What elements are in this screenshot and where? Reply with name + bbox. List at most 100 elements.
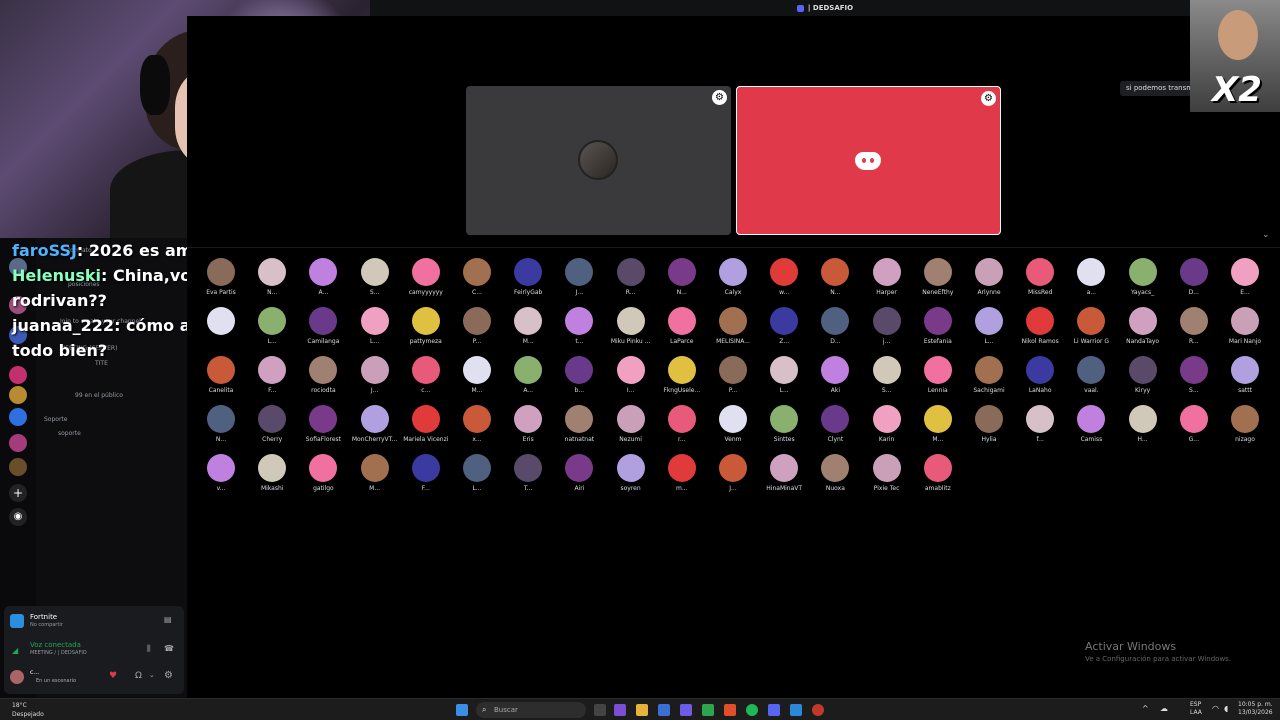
audience-member[interactable]: E... — [1220, 258, 1270, 296]
audience-member[interactable]: N... — [247, 258, 297, 296]
audience-member[interactable]: SofiaFlorest — [298, 405, 348, 443]
audience-member[interactable]: Nezumi — [606, 405, 656, 443]
add-server-icon[interactable]: + — [9, 484, 27, 502]
audience-member[interactable]: MonCherryVT... — [350, 405, 400, 443]
audience-member[interactable]: C... — [452, 258, 502, 296]
chevron-up-icon[interactable]: ^ — [1142, 704, 1149, 713]
audience-member[interactable]: Eris — [503, 405, 553, 443]
app-icon[interactable] — [812, 704, 824, 716]
audience-member[interactable]: Kiryy — [1118, 356, 1168, 394]
language-indicator[interactable]: ESP LAA — [1190, 701, 1202, 717]
audience-member[interactable]: HinaMinaVT — [759, 454, 809, 492]
channel-soporte[interactable]: soporte — [58, 430, 81, 437]
audience-member[interactable]: MELISINA... — [708, 307, 758, 345]
audience-member[interactable]: H... — [1118, 405, 1168, 443]
audience-member[interactable]: I... — [606, 356, 656, 394]
headphones-icon[interactable]: Ω — [135, 671, 142, 681]
audience-member[interactable]: LaParce — [657, 307, 707, 345]
chevron-down-icon[interactable]: ⌄ — [1262, 230, 1270, 240]
audience-member[interactable]: Pixie Tec — [862, 454, 912, 492]
audience-member[interactable]: P... — [452, 307, 502, 345]
clock[interactable]: 10:05 p. m. 13/03/2026 — [1238, 701, 1273, 717]
audience-member[interactable]: v... — [1271, 307, 1280, 345]
avatar[interactable] — [10, 670, 24, 684]
audience-member[interactable]: LaNaho — [1015, 356, 1065, 394]
audience-member[interactable]: S... — [350, 258, 400, 296]
wifi-icon[interactable]: ◠ — [1212, 704, 1219, 713]
audience-member[interactable]: NandaTayo — [1118, 307, 1168, 345]
speaker-tile-active[interactable]: ⚙ — [736, 86, 1001, 235]
audience-member[interactable]: P... — [708, 356, 758, 394]
store-icon[interactable] — [658, 704, 670, 716]
server-icon[interactable] — [9, 386, 27, 404]
cloud-icon[interactable]: ☁ — [1160, 704, 1168, 713]
volume-icon[interactable]: ◖ — [1224, 704, 1228, 713]
audience-member[interactable]: Miku Pinku ... — [606, 307, 656, 345]
copilot-icon[interactable] — [614, 704, 626, 716]
audience-member[interactable]: N... — [810, 258, 860, 296]
audience-member[interactable]: N... — [196, 405, 246, 443]
audience-member[interactable]: x... — [452, 405, 502, 443]
audience-member[interactable]: Eva Partis — [196, 258, 246, 296]
audience-member[interactable]: L... — [759, 356, 809, 394]
audience-member[interactable]: Cherry — [247, 405, 297, 443]
server-icon[interactable] — [9, 408, 27, 426]
audience-member[interactable]: D... — [810, 307, 860, 345]
audience-member[interactable]: M... — [503, 307, 553, 345]
spotify-icon[interactable] — [746, 704, 758, 716]
audience-member[interactable]: J... — [554, 258, 604, 296]
audience-member[interactable]: Lennia — [913, 356, 963, 394]
start-icon[interactable] — [456, 704, 468, 716]
task-view-icon[interactable] — [594, 704, 606, 716]
audience-member[interactable]: G... — [1169, 405, 1219, 443]
app-icon[interactable] — [680, 704, 692, 716]
audience-member[interactable]: c... — [401, 356, 451, 394]
app-icon[interactable] — [702, 704, 714, 716]
audience-member[interactable]: L... — [964, 307, 1014, 345]
activity-settings-icon[interactable]: ▤ — [164, 615, 172, 624]
audience-member[interactable]: pattymeza — [401, 307, 451, 345]
audience-member[interactable]: Yayacs_ — [1118, 258, 1168, 296]
audience-member[interactable]: Sachigami — [964, 356, 1014, 394]
audience-member[interactable]: Venm — [708, 405, 758, 443]
server-icon[interactable] — [9, 366, 27, 384]
audience-member[interactable]: Mari Nanjo — [1220, 307, 1270, 345]
audience-member[interactable]: N... — [657, 258, 707, 296]
server-icon[interactable] — [9, 458, 27, 476]
audience-member[interactable]: R... — [606, 258, 656, 296]
audience-member[interactable] — [196, 307, 246, 338]
audience-member[interactable]: Clynt — [810, 405, 860, 443]
audience-member[interactable]: L... — [350, 307, 400, 345]
audience-member[interactable]: v... — [196, 454, 246, 492]
audience-member[interactable]: j... — [862, 307, 912, 345]
audience-member[interactable]: b... — [554, 356, 604, 394]
chevron-down-icon[interactable]: ⌄ — [149, 671, 155, 679]
audience-member[interactable]: S... — [862, 356, 912, 394]
audience-member[interactable]: S... — [1169, 356, 1219, 394]
audience-member[interactable]: J... — [350, 356, 400, 394]
audience-member[interactable]: vaal. — [1066, 356, 1116, 394]
audience-member[interactable]: t... — [554, 307, 604, 345]
audience-member[interactable]: Z... — [759, 307, 809, 345]
audience-member[interactable]: Calyx — [708, 258, 758, 296]
audience-member[interactable]: L... — [452, 454, 502, 492]
speaker-tile[interactable]: ⚙ — [466, 86, 731, 235]
audience-member[interactable]: M... — [350, 454, 400, 492]
audience-member[interactable]: Nikol Ramos — [1015, 307, 1065, 345]
tile-settings-icon[interactable]: ⚙ — [712, 90, 727, 105]
audience-member[interactable]: Airi — [554, 454, 604, 492]
audience-member[interactable]: F... — [247, 356, 297, 394]
audience-member[interactable]: Camilanga — [298, 307, 348, 345]
audience-member[interactable]: Aki — [810, 356, 860, 394]
audience-member[interactable]: f... — [1015, 405, 1065, 443]
gear-icon[interactable]: ⚙ — [164, 670, 173, 681]
audience-member[interactable]: nizago — [1220, 405, 1270, 443]
audience-member[interactable]: FeirlyGab — [503, 258, 553, 296]
explore-icon[interactable]: ◉ — [9, 508, 27, 526]
audience-member[interactable]: Arlynne — [964, 258, 1014, 296]
audience-member[interactable]: MissRed — [1015, 258, 1065, 296]
audience-member[interactable]: FkngUsele... — [657, 356, 707, 394]
audience-member[interactable]: rociodta — [298, 356, 348, 394]
audience-member[interactable]: soyren — [606, 454, 656, 492]
audience-member[interactable]: Hylia — [964, 405, 1014, 443]
